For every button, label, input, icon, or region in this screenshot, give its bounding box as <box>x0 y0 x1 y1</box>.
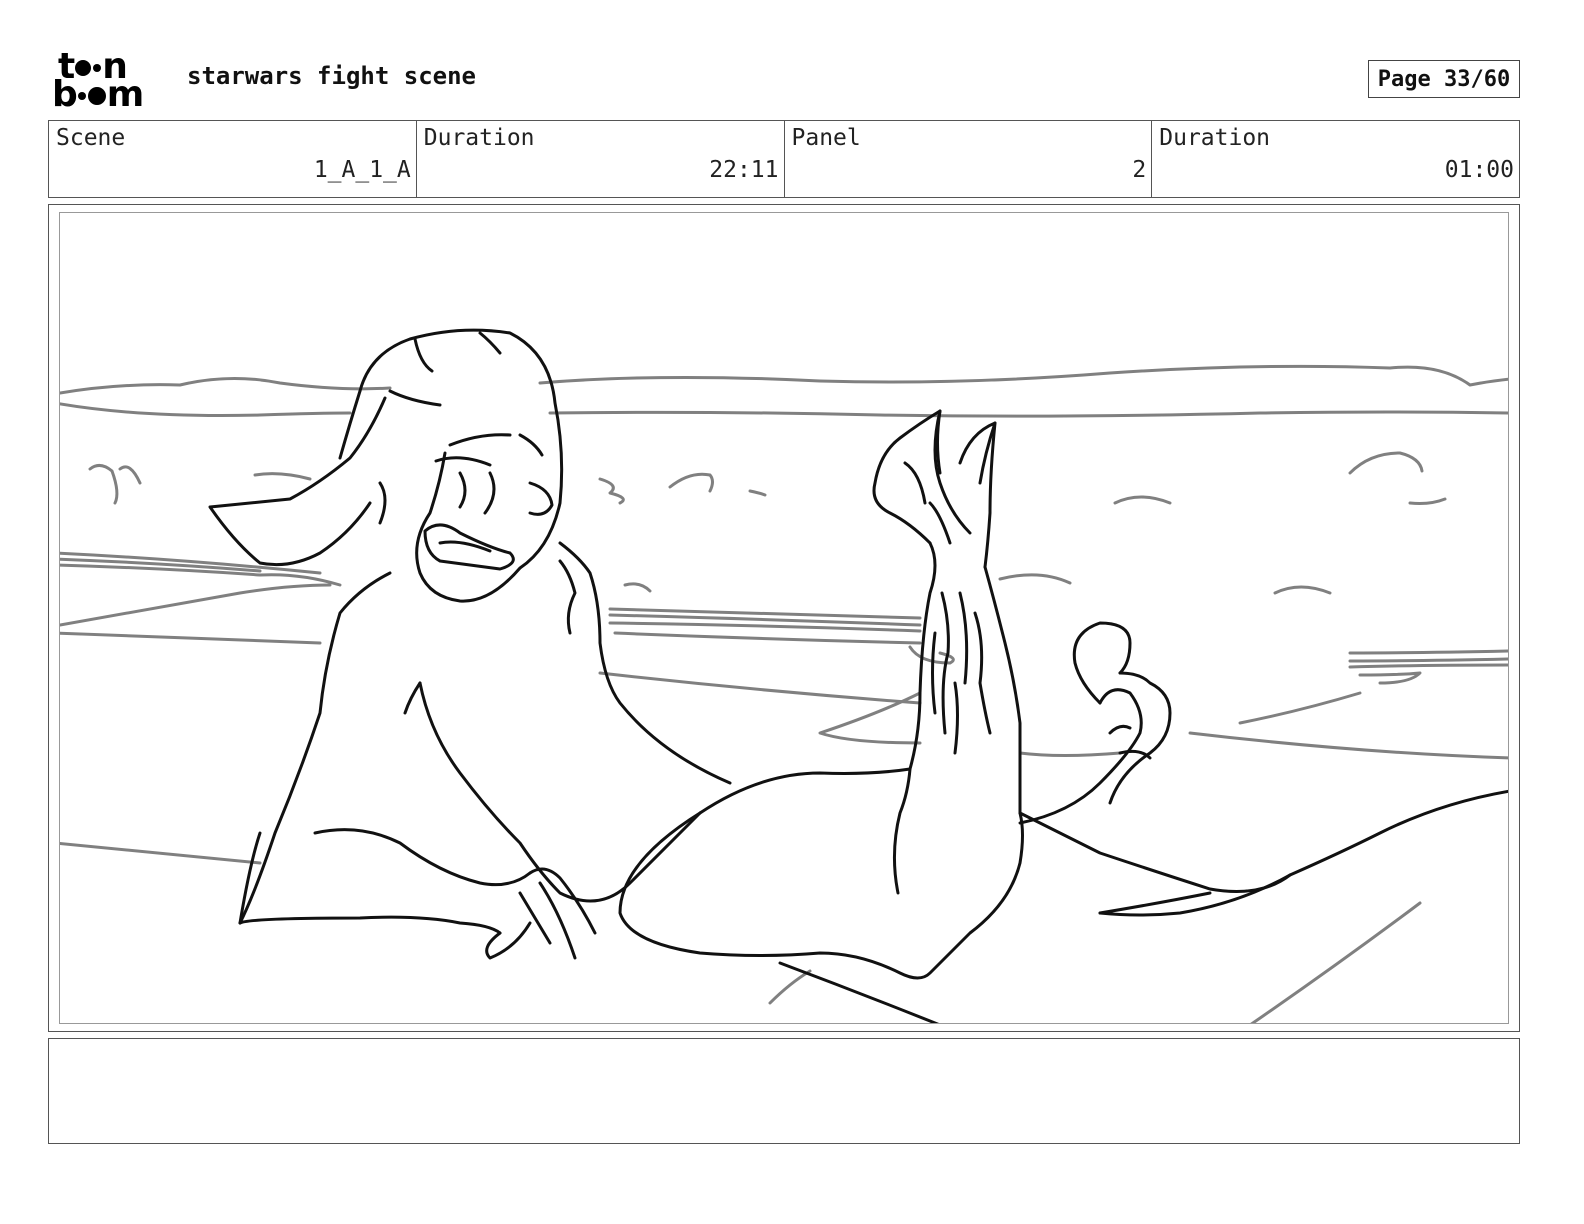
panel-frame <box>48 204 1520 1032</box>
storyboard-sketch <box>60 328 1508 1023</box>
scene-info-table: Scene 1_A_1_A Duration 22:11 Panel 2 Dur… <box>48 120 1520 198</box>
scene-value: 1_A_1_A <box>313 157 411 183</box>
page-label: Page 33/60 <box>1377 66 1511 92</box>
panel-duration-value: 01:00 <box>1444 157 1514 183</box>
logo-letter: m <box>106 74 145 115</box>
logo-dot <box>87 87 106 105</box>
page-indicator: Page 33/60 <box>1368 60 1520 98</box>
logo-dot <box>77 92 86 100</box>
panel-image <box>59 212 1509 1024</box>
scene-duration-label: Duration <box>423 125 535 151</box>
project-title: starwars fight scene <box>187 62 476 90</box>
logo-letter: b <box>52 74 78 115</box>
scene-duration-value: 22:11 <box>709 157 779 183</box>
logo-dot <box>93 64 102 72</box>
scene-duration-cell: Duration 22:11 <box>417 121 785 197</box>
panel-duration-cell: Duration 01:00 <box>1152 121 1519 197</box>
panel-label: Panel <box>791 125 861 151</box>
panel-duration-label: Duration <box>1159 125 1271 151</box>
scene-label: Scene <box>56 125 126 151</box>
panel-value: 2 <box>1132 157 1147 183</box>
panel-notes <box>48 1038 1520 1144</box>
logo-dot <box>75 60 92 76</box>
scene-cell: Scene 1_A_1_A <box>49 121 417 197</box>
panel-cell: Panel 2 <box>785 121 1153 197</box>
logo-bottom-row: bm <box>52 77 144 113</box>
toonboom-logo: tn bm <box>52 49 164 113</box>
